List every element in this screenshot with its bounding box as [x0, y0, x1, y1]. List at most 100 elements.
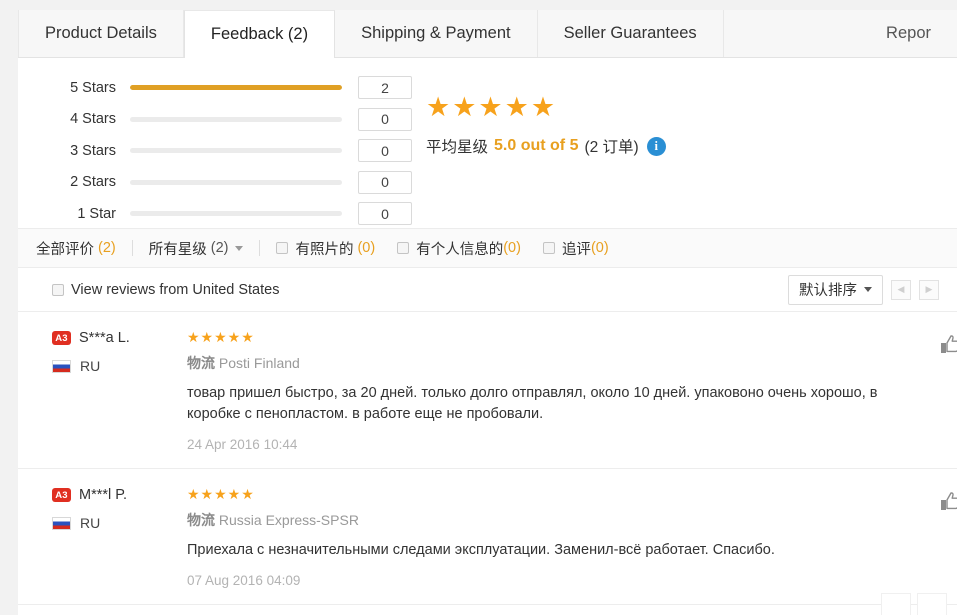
thumbs-up-icon[interactable]	[939, 334, 957, 354]
filter-count: (2)	[210, 240, 229, 256]
rating-summary: 5 Stars 2 4 Stars 0 3 Stars 0 2 Stars 0 …	[18, 58, 957, 228]
reviewer-name: M***l P.	[79, 487, 128, 504]
review-text: Приехала с незначительными следами экспл…	[187, 542, 775, 559]
buyer-level-badge: A3	[52, 488, 71, 503]
chevron-down-icon	[235, 245, 244, 251]
filter-all-reviews[interactable]: 全部评价 (2)	[36, 238, 116, 259]
checkbox-with-personal-info[interactable]	[397, 242, 410, 254]
review-body: ★★★★★ 物流 Posti Finland товар пришел быст…	[187, 330, 939, 452]
review-stars-icon: ★★★★★	[187, 329, 255, 345]
pagination-next-button[interactable]: ▶	[919, 279, 939, 300]
logistics-label: 物流	[187, 355, 215, 371]
tab-feedback[interactable]: Feedback (2)	[183, 10, 336, 58]
pagination-row	[18, 593, 957, 615]
view-reviews-from-country-toggle[interactable]: View reviews from United States	[52, 282, 279, 298]
sort-dropdown[interactable]: 默认排序	[788, 274, 883, 305]
pagination-prev-button[interactable]: ◀	[891, 279, 911, 300]
tab-product-details[interactable]: Product Details	[18, 10, 184, 57]
chevron-right-icon: ▶	[925, 284, 933, 294]
average-rating-score: 5.0 out of 5	[494, 137, 579, 154]
average-rating-label: 平均星级	[426, 139, 489, 156]
reviewer-info: A3 S***a L. RU	[52, 330, 187, 452]
country-flag-icon	[52, 359, 71, 373]
reviewer-name: S***a L.	[79, 330, 130, 346]
rating-row-track	[130, 148, 342, 154]
pagination-page-button[interactable]	[881, 593, 911, 615]
feedback-panel: 5 Stars 2 4 Stars 0 3 Stars 0 2 Stars 0 …	[18, 58, 957, 615]
filter-count: (0)	[357, 240, 376, 256]
review-date: 24 Apr 2016 10:44	[187, 437, 298, 453]
rating-row-label: 2 Stars	[70, 174, 116, 191]
tab-report-item[interactable]: Repor	[860, 10, 957, 57]
rating-row-count: 0	[358, 107, 412, 131]
review-body: ★★★★★ 物流 Russia Express-SPSR Приехала с …	[187, 487, 939, 588]
logistics-carrier: Posti Finland	[218, 355, 300, 371]
view-reviews-label: View reviews from United States	[71, 281, 280, 298]
review-sort-row: View reviews from United States 默认排序 ◀ ▶	[18, 268, 957, 312]
checkbox-with-photos[interactable]	[276, 242, 289, 254]
filter-label: 有照片的	[295, 241, 354, 258]
reviewer-country-code: RU	[80, 515, 101, 532]
thumbs-up-icon[interactable]	[939, 491, 957, 511]
logistics-carrier: Russia Express-SPSR	[218, 512, 359, 529]
rating-row-track	[130, 116, 342, 122]
review-item: A3 S***a L. RU ★★★★★ 物流 Posti Finland то…	[18, 312, 957, 470]
average-rating-line: 平均星级 5.0 out of 5 (2 订单) i	[426, 135, 666, 157]
filter-divider	[259, 240, 261, 256]
rating-row-track	[130, 179, 342, 185]
tab-label: Repor	[886, 24, 931, 42]
filter-count: (0)	[590, 240, 609, 256]
reviewer-country-code: RU	[80, 358, 101, 374]
checkbox-view-reviews-country[interactable]	[52, 283, 64, 296]
rating-breakdown-row: 3 Stars 0	[54, 135, 412, 167]
rating-row-label: 3 Stars	[70, 142, 116, 159]
filter-count: (2)	[98, 240, 116, 256]
rating-breakdown-row: 4 Stars 0	[54, 104, 412, 136]
rating-row-label: 4 Stars	[70, 111, 116, 128]
sort-controls: 默认排序 ◀ ▶	[788, 274, 939, 305]
rating-row-track	[130, 211, 342, 217]
sort-dropdown-label: 默认排序	[799, 283, 857, 299]
pagination-page-button[interactable]	[917, 593, 947, 615]
product-tab-bar: Product Details Feedback (2) Shipping & …	[18, 10, 957, 58]
feedback-page: Product Details Feedback (2) Shipping & …	[0, 0, 957, 615]
review-filter-bar: 全部评价 (2) 所有星级 (2) 有照片的 (0) 有个人信息的 (0) 追评…	[18, 228, 957, 268]
review-stars-icon: ★★★★★	[187, 486, 255, 503]
rating-row-label: 5 Stars	[70, 79, 116, 96]
tab-label: Seller Guarantees	[563, 24, 697, 42]
filter-label: 有个人信息的	[416, 241, 504, 258]
rating-breakdown-chart: 5 Stars 2 4 Stars 0 3 Stars 0 2 Stars 0 …	[54, 72, 412, 230]
rating-row-label: 1 Star	[77, 205, 116, 222]
buyer-level-badge: A3	[52, 331, 71, 345]
review-logistics: 物流 Posti Finland	[187, 353, 939, 373]
review-logistics: 物流 Russia Express-SPSR	[187, 510, 939, 530]
filter-all-stars[interactable]: 所有星级 (2)	[149, 238, 244, 259]
chevron-left-icon: ◀	[897, 284, 905, 294]
review-date: 07 Aug 2016 04:09	[187, 573, 301, 589]
rating-row-count: 2	[358, 76, 412, 100]
rating-row-track	[130, 85, 342, 91]
rating-breakdown-row: 2 Stars 0	[54, 167, 412, 199]
filter-label: 全部评价	[36, 241, 94, 258]
rating-row-count: 0	[358, 170, 412, 194]
filter-divider	[131, 240, 133, 256]
reviewer-info: A3 M***l P. RU	[52, 487, 187, 588]
review-text: товар пришел быстро, за 20 дней. только …	[187, 385, 878, 423]
average-rating-orders: (2 订单)	[584, 139, 639, 156]
filter-with-photos[interactable]: 有照片的 (0)	[276, 238, 375, 259]
tab-shipping-payment[interactable]: Shipping & Payment	[335, 10, 538, 57]
rating-breakdown-row: 1 Star 0	[54, 198, 412, 230]
average-stars-icon: ★★★★★	[426, 92, 558, 122]
logistics-label: 物流	[187, 512, 215, 529]
filter-label: 追评	[561, 241, 591, 258]
checkbox-additional-reviews[interactable]	[542, 242, 555, 254]
filter-additional-reviews[interactable]: 追评 (0)	[542, 238, 609, 259]
tab-seller-guarantees[interactable]: Seller Guarantees	[537, 10, 724, 57]
info-icon[interactable]: i	[646, 136, 666, 156]
rating-row-count: 0	[358, 202, 412, 226]
filter-label: 所有星级	[148, 241, 207, 258]
filter-with-personal-info[interactable]: 有个人信息的 (0)	[397, 238, 521, 259]
rating-breakdown-row: 5 Stars 2	[54, 72, 412, 104]
tab-label: Shipping & Payment	[361, 24, 511, 42]
country-flag-icon	[52, 516, 71, 530]
